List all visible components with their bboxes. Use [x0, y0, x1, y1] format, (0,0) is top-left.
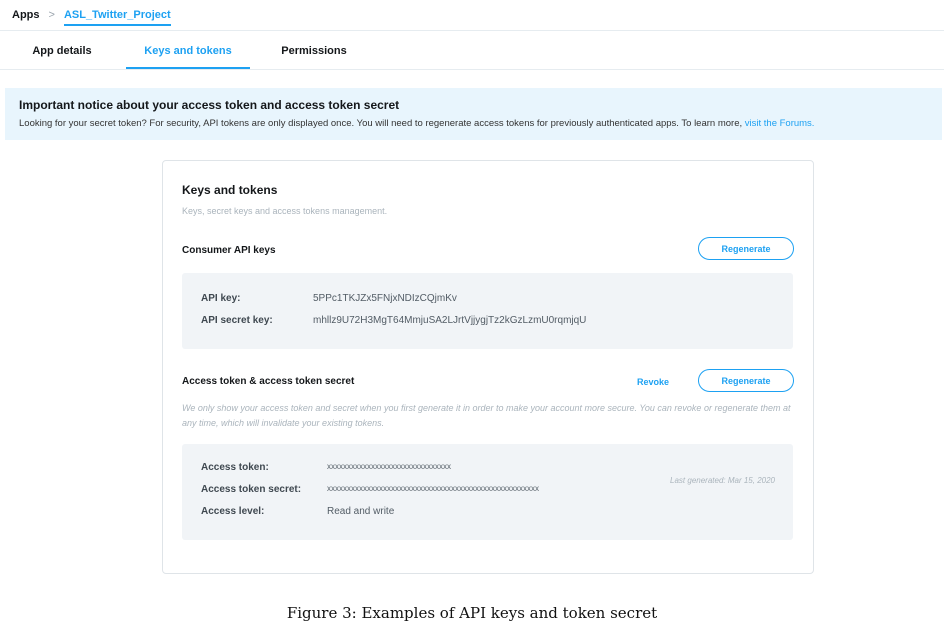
access-token-secret-value: xxxxxxxxxxxxxxxxxxxxxxxxxxxxxxxxxxxxxxxx… [327, 484, 539, 493]
card-subtitle: Keys, secret keys and access tokens mana… [182, 206, 388, 216]
breadcrumb-apps-link[interactable]: Apps [12, 9, 40, 21]
api-key-label: API key: [201, 293, 241, 304]
access-level-value: Read and write [327, 506, 395, 517]
regenerate-access-token-button[interactable]: Regenerate [698, 369, 794, 392]
visit-forums-link[interactable]: visit the Forums. [745, 118, 815, 129]
access-token-section-title: Access token & access token secret [182, 376, 355, 387]
tab-keys-and-tokens[interactable]: Keys and tokens [126, 36, 250, 69]
access-token-panel: Access token: xxxxxxxxxxxxxxxxxxxxxxxxxx… [182, 444, 793, 540]
notice-text: Looking for your secret token? For secur… [19, 118, 743, 129]
tab-bar: App details Keys and tokens Permissions [0, 36, 944, 70]
notice-body: Looking for your secret token? For secur… [19, 118, 814, 129]
consumer-api-keys-title: Consumer API keys [182, 245, 276, 256]
notice-title: Important notice about your access token… [19, 98, 400, 112]
access-token-secret-label: Access token secret: [201, 484, 302, 495]
header-divider [0, 30, 944, 31]
figure-caption: Figure 3: Examples of API keys and token… [286, 604, 658, 622]
breadcrumb-separator: > [48, 9, 55, 21]
revoke-access-token-link[interactable]: Revoke [637, 377, 669, 387]
consumer-keys-panel: API key: 5PPc1TKJZx5FNjxNDIzCQjmKv API s… [182, 273, 793, 349]
regenerate-consumer-keys-button[interactable]: Regenerate [698, 237, 794, 260]
breadcrumb: Apps > ASL_Twitter_Project [12, 6, 171, 26]
last-generated-text: Last generated: Mar 15, 2020 [670, 476, 775, 485]
access-token-note: We only show your access token and secre… [182, 403, 791, 428]
breadcrumb-current-app[interactable]: ASL_Twitter_Project [63, 9, 171, 26]
important-notice-banner: Important notice about your access token… [5, 88, 942, 140]
card-title: Keys and tokens [182, 183, 278, 197]
access-level-label: Access level: [201, 506, 265, 517]
access-token-value: xxxxxxxxxxxxxxxxxxxxxxxxxxxxxxx [327, 462, 451, 471]
api-key-value: 5PPc1TKJZx5FNjxNDIzCQjmKv [313, 293, 457, 304]
tab-app-details[interactable]: App details [12, 36, 112, 67]
tab-permissions[interactable]: Permissions [264, 36, 364, 67]
keys-and-tokens-card: Keys and tokens Keys, secret keys and ac… [162, 160, 814, 574]
access-token-label: Access token: [201, 462, 269, 473]
api-secret-key-value: mhllz9U72H3MgT64MmjuSA2LJrtVjjygjTz2kGzL… [313, 315, 587, 326]
api-secret-key-label: API secret key: [201, 315, 273, 326]
